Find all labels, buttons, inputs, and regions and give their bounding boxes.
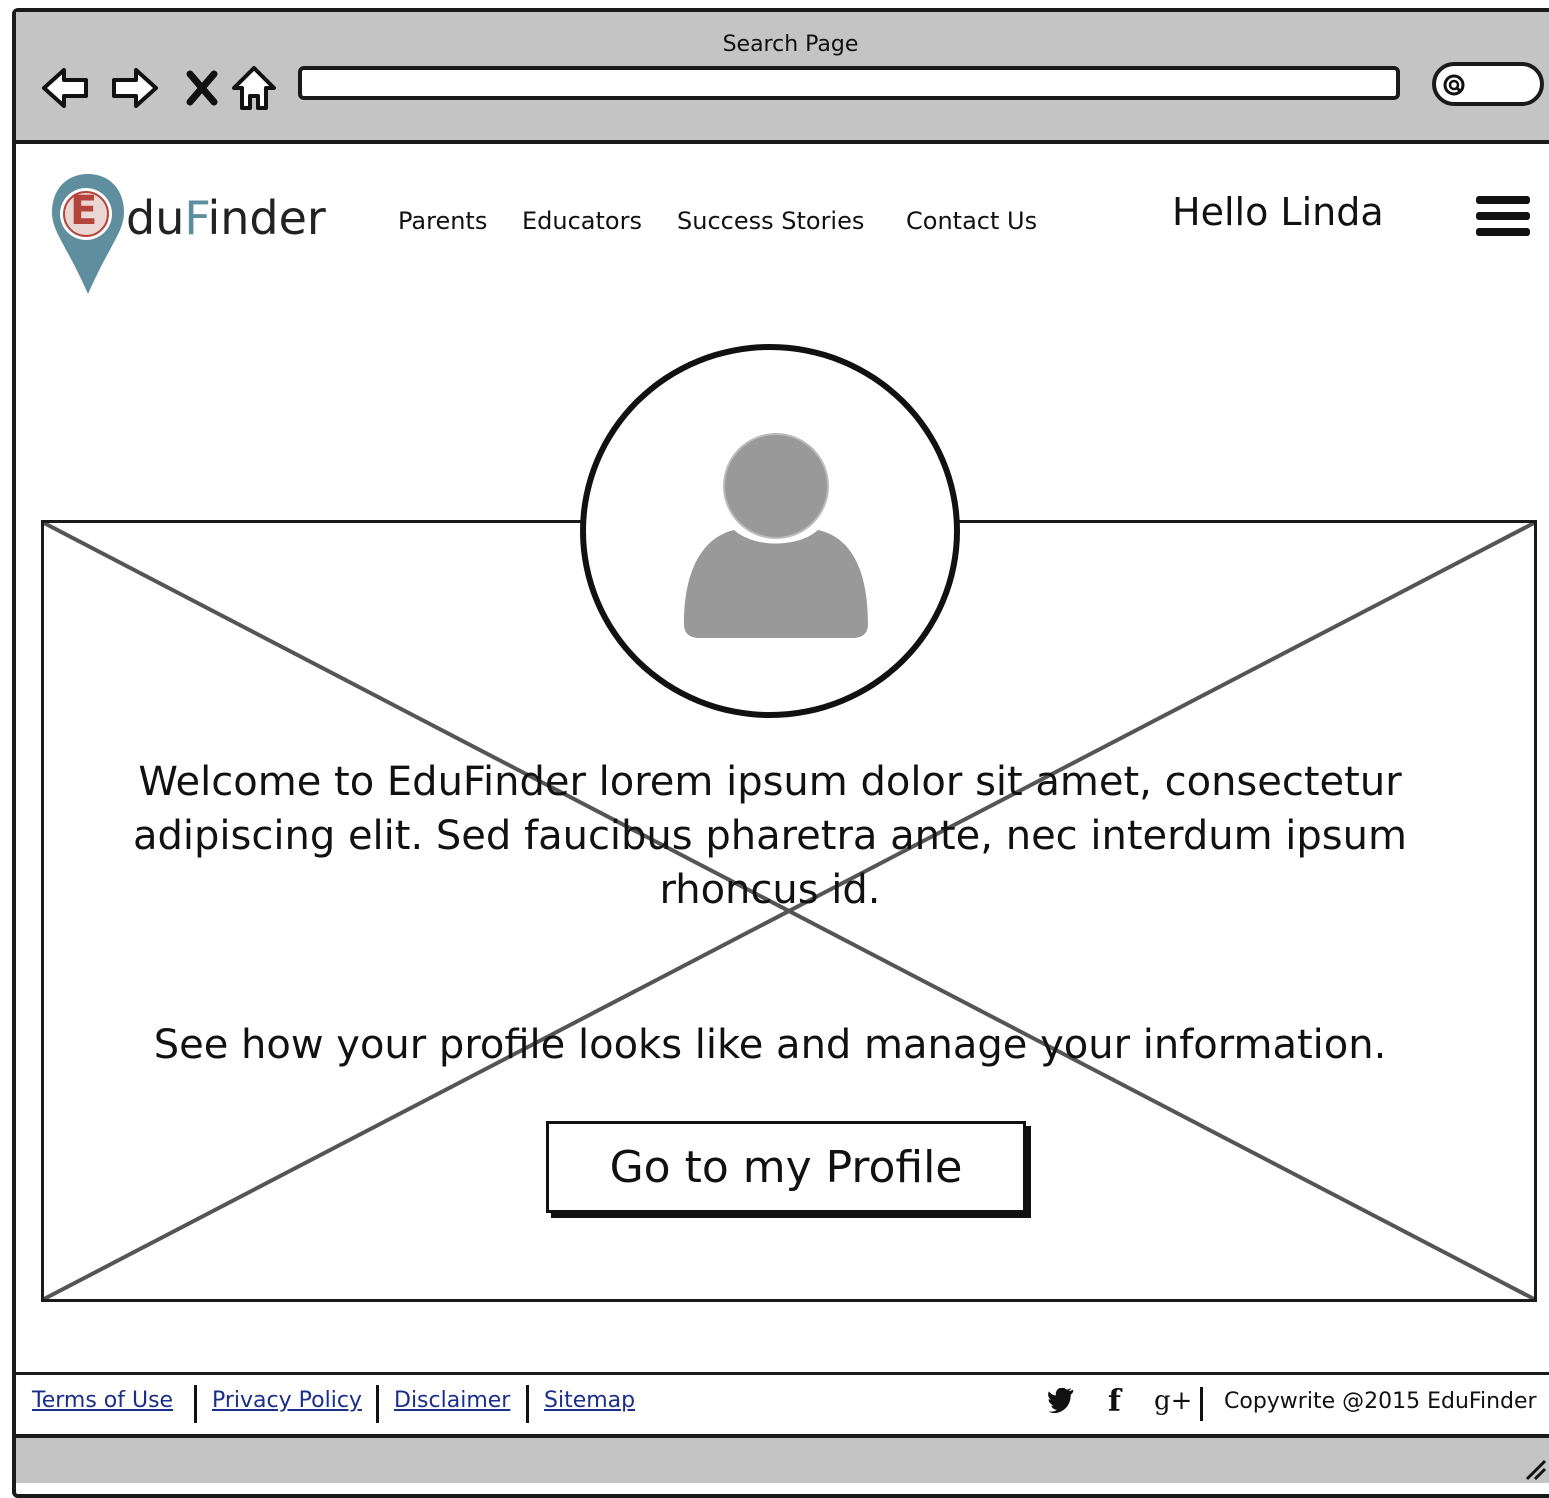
- footer-link-terms[interactable]: Terms of Use: [32, 1388, 173, 1413]
- nav-link-parents[interactable]: Parents: [398, 207, 487, 235]
- logo-letter: E: [70, 188, 98, 234]
- profile-hint-text: See how your profile looks like and mana…: [153, 1022, 1387, 1068]
- footer-separator: [1200, 1387, 1203, 1421]
- twitter-icon[interactable]: [1046, 1387, 1078, 1423]
- user-greeting: Hello Linda: [1172, 190, 1384, 234]
- footer-divider: [16, 1372, 1549, 1375]
- forward-arrow-icon[interactable]: [108, 62, 160, 114]
- logo-text-du: du: [126, 191, 185, 245]
- close-icon[interactable]: [182, 62, 222, 114]
- nav-link-contact-us[interactable]: Contact Us: [906, 207, 1037, 235]
- nav-link-success-stories[interactable]: Success Stories: [677, 207, 864, 235]
- copyright-text: Copywrite @2015 EduFinder: [1224, 1389, 1537, 1414]
- nav-link-educators[interactable]: Educators: [522, 207, 642, 235]
- home-icon[interactable]: [230, 62, 278, 114]
- hamburger-menu-icon[interactable]: [1476, 194, 1532, 242]
- profile-avatar: [580, 344, 960, 718]
- google-plus-icon[interactable]: g+: [1154, 1386, 1192, 1416]
- footer-separator: [526, 1385, 529, 1423]
- address-bar-input[interactable]: [298, 66, 1400, 100]
- window-title: Search Page: [722, 32, 859, 57]
- browser-search-box[interactable]: [1432, 62, 1544, 106]
- footer-separator: [194, 1385, 197, 1423]
- back-arrow-icon[interactable]: [40, 62, 92, 114]
- welcome-text: Welcome to EduFinder lorem ipsum dolor s…: [133, 759, 1407, 913]
- footer-link-sitemap[interactable]: Sitemap: [544, 1388, 635, 1413]
- logo-text-f: F: [184, 191, 208, 245]
- go-to-profile-button[interactable]: Go to my Profile: [546, 1121, 1026, 1213]
- resize-grip-icon[interactable]: [1517, 1451, 1547, 1481]
- footer-link-privacy[interactable]: Privacy Policy: [212, 1388, 362, 1413]
- footer-separator: [376, 1385, 379, 1423]
- browser-status-bar: [16, 1434, 1549, 1483]
- search-icon[interactable]: [1442, 73, 1470, 101]
- logo-wordmark: duFinder: [126, 191, 326, 245]
- user-avatar-icon: [684, 433, 868, 638]
- facebook-icon[interactable]: f: [1108, 1384, 1121, 1419]
- logo-text-inder: inder: [207, 191, 326, 245]
- footer-link-disclaimer[interactable]: Disclaimer: [394, 1388, 510, 1413]
